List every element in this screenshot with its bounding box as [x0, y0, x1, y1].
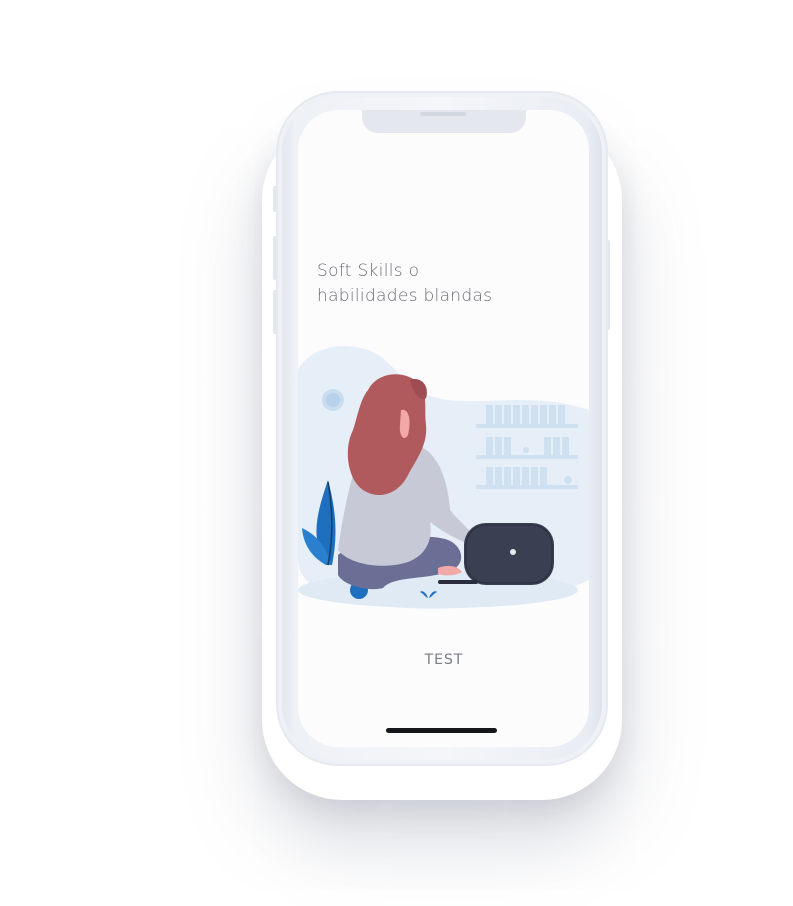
stage: Soft Skills o habilidades blandas TEST [0, 0, 793, 906]
woman-laptop-illustration [298, 346, 589, 609]
laptop [464, 523, 554, 585]
home-indicator[interactable] [386, 728, 497, 733]
title-line-1: Soft Skills o [317, 261, 420, 281]
test-button[interactable]: TEST [394, 647, 494, 673]
phone-screen: Soft Skills o habilidades blandas TEST [298, 110, 589, 747]
notch [362, 110, 526, 133]
page-title: Soft Skills o habilidades blandas [317, 259, 577, 309]
title-line-2: habilidades blandas [317, 286, 493, 306]
speaker-grille [420, 112, 466, 116]
